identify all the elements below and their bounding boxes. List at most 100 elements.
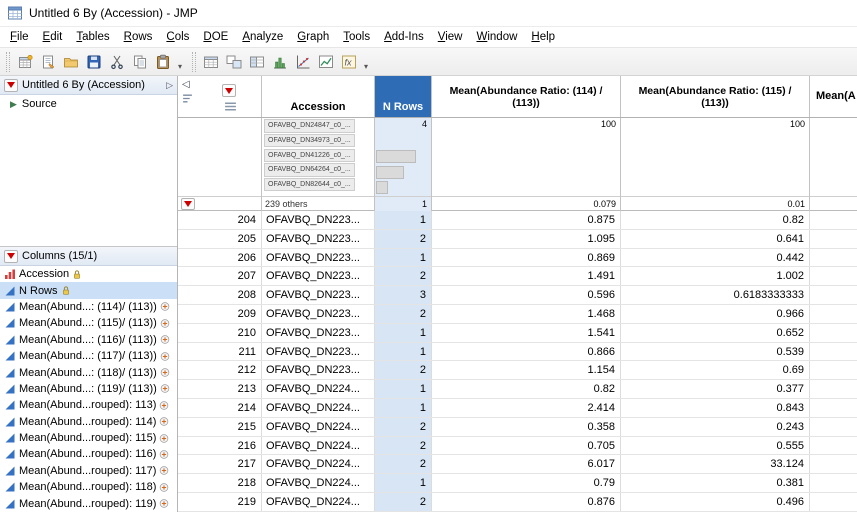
cut-button[interactable]: [106, 51, 128, 73]
join-tables-button[interactable]: [223, 51, 245, 73]
accession-cell[interactable]: OFAVBQ_DN223...: [262, 286, 375, 304]
menu-item-view[interactable]: View: [431, 27, 470, 47]
accession-cell[interactable]: OFAVBQ_DN223...: [262, 304, 375, 323]
accession-cell[interactable]: OFAVBQ_DN223...: [262, 361, 375, 380]
panel-collapse-icon[interactable]: ▷: [166, 80, 173, 91]
column-item-mean-abund-114-113[interactable]: Mean(Abund...: (114)/ (113)): [0, 299, 177, 315]
column-item-mean-abund-rouped-115[interactable]: Mean(Abund...rouped): 115): [0, 430, 177, 446]
row-number-cell[interactable]: 217: [178, 455, 262, 474]
column-item-mean-abund-rouped-114[interactable]: Mean(Abund...rouped): 114): [0, 414, 177, 430]
mean-114-cell[interactable]: 0.705: [432, 436, 621, 455]
mean-114-cell[interactable]: 0.82: [432, 380, 621, 398]
nrows-cell[interactable]: 2: [375, 492, 432, 511]
new-data-table-button[interactable]: [14, 51, 36, 73]
column-item-mean-abund-117-113[interactable]: Mean(Abund...: (117)/ (113)): [0, 348, 177, 364]
accession-cell[interactable]: OFAVBQ_DN223...: [262, 229, 375, 248]
mean-115-cell[interactable]: 0.377: [621, 380, 810, 398]
nrows-cell[interactable]: 1: [375, 380, 432, 398]
paste-button[interactable]: [152, 51, 174, 73]
row-number-cell[interactable]: 213: [178, 380, 262, 398]
mean-115-cell[interactable]: 0.641: [621, 229, 810, 248]
mean-115-cell[interactable]: 0.69: [621, 361, 810, 380]
column-item-mean-abund-rouped-118[interactable]: Mean(Abund...rouped): 118): [0, 479, 177, 495]
mean-114-cell[interactable]: 0.876: [432, 492, 621, 511]
mean-115-cell[interactable]: 1.002: [621, 267, 810, 286]
accession-cell[interactable]: OFAVBQ_DN223...: [262, 211, 375, 229]
mean-115-cell[interactable]: 0.966: [621, 304, 810, 323]
overflow-cell[interactable]: [810, 286, 857, 304]
mean-115-cell[interactable]: 0.496: [621, 492, 810, 511]
mean-114-cell[interactable]: 1.491: [432, 267, 621, 286]
new-journal-button[interactable]: [37, 51, 59, 73]
column-header-accession[interactable]: Accession: [262, 76, 375, 117]
accession-cell[interactable]: OFAVBQ_DN224...: [262, 398, 375, 417]
row-number-cell[interactable]: 209: [178, 304, 262, 323]
row-number-cell[interactable]: 216: [178, 436, 262, 455]
accession-value-chip[interactable]: OFAVBQ_DN24847_c0_...: [264, 119, 355, 133]
fit-y-by-x-button[interactable]: [292, 51, 314, 73]
mean-114-cell[interactable]: 6.017: [432, 455, 621, 474]
header-graph-icon[interactable]: [182, 93, 193, 104]
column-item-mean-abund-118-113[interactable]: Mean(Abund...: (118)/ (113)): [0, 364, 177, 380]
menu-item-tools[interactable]: Tools: [336, 27, 377, 47]
row-number-cell[interactable]: 211: [178, 342, 262, 361]
row-number-cell[interactable]: 219: [178, 492, 262, 511]
menu-item-graph[interactable]: Graph: [290, 27, 336, 47]
overflow-cell[interactable]: [810, 305, 857, 323]
data-table-button[interactable]: [200, 51, 222, 73]
mean-115-cell[interactable]: 0.243: [621, 417, 810, 436]
nrows-cell[interactable]: 1: [375, 398, 432, 417]
column-item-mean-abund-115-113[interactable]: Mean(Abund...: (115)/ (113)): [0, 315, 177, 331]
toolbar-overflow-button[interactable]: ▾: [360, 51, 372, 73]
table-red-triangle-menu[interactable]: [4, 78, 18, 92]
accession-cell[interactable]: OFAVBQ_DN224...: [262, 474, 375, 492]
row-number-cell[interactable]: 212: [178, 361, 262, 380]
row-number-cell[interactable]: 204: [178, 211, 262, 229]
columns-red-triangle-menu[interactable]: [4, 249, 18, 263]
accession-cell[interactable]: OFAVBQ_DN223...: [262, 248, 375, 267]
menu-item-edit[interactable]: Edit: [36, 27, 70, 47]
open-button[interactable]: [60, 51, 82, 73]
overflow-cell[interactable]: [810, 437, 857, 455]
mean-114-cell[interactable]: 0.358: [432, 417, 621, 436]
menu-item-analyze[interactable]: Analyze: [235, 27, 290, 47]
row-number-cell[interactable]: 214: [178, 398, 262, 417]
mean-115-cell[interactable]: 0.843: [621, 398, 810, 417]
accession-cell[interactable]: OFAVBQ_DN223...: [262, 323, 375, 342]
accession-value-chip[interactable]: OFAVBQ_DN82644_c0_...: [264, 177, 355, 192]
menu-item-cols[interactable]: Cols: [159, 27, 196, 47]
nrows-cell[interactable]: 1: [375, 323, 432, 342]
row-number-cell[interactable]: 215: [178, 417, 262, 436]
accession-value-chip[interactable]: OFAVBQ_DN34973_c0_...: [264, 133, 355, 148]
histogram-bar[interactable]: [376, 165, 404, 179]
accession-value-chip[interactable]: OFAVBQ_DN64264_c0_...: [264, 163, 355, 177]
nrows-cell[interactable]: 1: [375, 211, 432, 229]
row-number-cell[interactable]: 218: [178, 474, 262, 492]
row-number-cell[interactable]: 207: [178, 267, 262, 286]
source-item[interactable]: ▶ Source: [0, 95, 177, 110]
column-header-mean-114[interactable]: Mean(Abundance Ratio: (114) / (113)): [432, 76, 621, 117]
histogram-bar[interactable]: [376, 150, 416, 163]
mean-114-cell[interactable]: 1.468: [432, 304, 621, 323]
collapse-panel-icon[interactable]: ◁: [182, 79, 190, 90]
column-item-mean-abund-116-113[interactable]: Mean(Abund...: (116)/ (113)): [0, 332, 177, 348]
overflow-cell[interactable]: [810, 455, 857, 473]
graph-builder-button[interactable]: [315, 51, 337, 73]
column-item-mean-abund-119-113[interactable]: Mean(Abund...: (119)/ (113)): [0, 381, 177, 397]
overflow-cell[interactable]: [810, 418, 857, 436]
nrows-cell[interactable]: 1: [375, 474, 432, 492]
column-header-nrows[interactable]: N Rows: [375, 76, 432, 117]
nrows-cell[interactable]: 1: [375, 248, 432, 267]
row-number-cell[interactable]: 205: [178, 229, 262, 248]
row-number-cell[interactable]: 208: [178, 286, 262, 304]
nrows-cell[interactable]: 3: [375, 286, 432, 304]
mean-115-cell[interactable]: 0.82: [621, 211, 810, 229]
menu-item-doe[interactable]: DOE: [196, 27, 235, 47]
column-header-mean-115[interactable]: Mean(Abundance Ratio: (115) / (113)): [621, 76, 810, 117]
accession-cell[interactable]: OFAVBQ_DN224...: [262, 417, 375, 436]
accession-value-chip[interactable]: OFAVBQ_DN41226_c0_...: [264, 148, 355, 163]
overflow-cell[interactable]: [810, 474, 857, 492]
column-item-mean-abund-rouped-116[interactable]: Mean(Abund...rouped): 116): [0, 446, 177, 462]
accession-cell[interactable]: OFAVBQ_DN224...: [262, 455, 375, 474]
row-number-cell[interactable]: 210: [178, 323, 262, 342]
